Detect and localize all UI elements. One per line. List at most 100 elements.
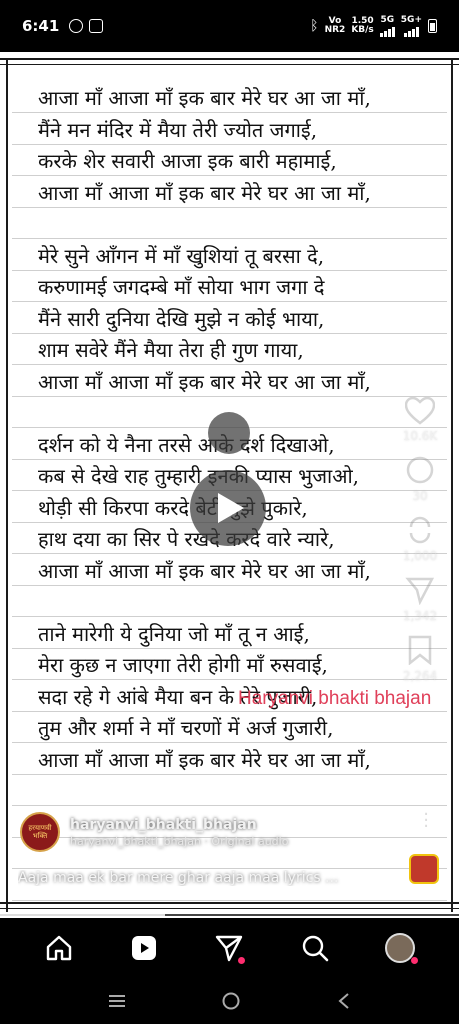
system-nav-bar [0, 978, 459, 1024]
ruled-line [12, 364, 447, 365]
frame-top [0, 58, 459, 60]
lyric-line: थोड़ी सी किरपा करदे बेटी तुझे पुकारे, [38, 495, 308, 520]
ruled-line [12, 112, 447, 113]
ruled-line [12, 332, 447, 334]
ruled-line [12, 395, 447, 397]
author-name[interactable]: haryanvi_bhakti_bhajan [70, 817, 288, 833]
frame-top-inner [0, 64, 459, 65]
back-icon[interactable] [336, 991, 352, 1011]
frame-right [451, 58, 453, 912]
nav-messages[interactable] [207, 926, 251, 970]
video-progress-fill [0, 914, 166, 916]
lyric-line: मेरे सुने आँगन में माँ खुशियां तू बरसा द… [38, 243, 325, 268]
save-button[interactable]: 2,264 [403, 635, 437, 683]
comment-icon [406, 456, 434, 484]
ruled-line [12, 773, 447, 775]
video-progress-bar[interactable] [0, 914, 459, 916]
frame-bottom-inner [0, 908, 459, 909]
follow-button[interactable]: Follow [298, 816, 359, 836]
repost-count: 1,000 [402, 549, 438, 563]
status-bar: 6:41 ᛒ Vo NR2 1.50 KB/s 5G 5G+ [0, 0, 459, 52]
save-count: 2,264 [402, 669, 438, 683]
ruled-line [12, 742, 447, 743]
signal-icon-1 [379, 25, 395, 37]
data-speed: 1.50 KB/s [351, 16, 374, 35]
more-options-icon[interactable]: · · · [423, 806, 429, 836]
status-time: 6:41 [22, 17, 60, 35]
side-actions: 10.6K 30 1,000 1,342 2,264 [395, 397, 445, 695]
lyric-line: आजा माँ आजा माँ इक बार मेरे घर आ जा माँ, [38, 558, 371, 583]
send-icon [405, 577, 435, 605]
repost-button[interactable]: 1,000 [403, 515, 437, 563]
play-icon [217, 493, 244, 523]
lyric-line: आजा माँ आजा माँ इक बार मेरे घर आ जा माँ, [38, 86, 371, 110]
frame-left [6, 58, 8, 912]
search-icon [302, 935, 329, 962]
comment-count: 30 [412, 489, 428, 503]
ruled-line [12, 899, 447, 901]
repost-icon [409, 516, 431, 544]
bottom-nav [0, 918, 459, 978]
ruled-line [12, 269, 447, 271]
nav-home[interactable] [37, 926, 81, 970]
ruled-line [12, 679, 447, 680]
ruled-line [12, 868, 447, 869]
whatsapp-icon [69, 19, 84, 33]
gallery-icon [89, 19, 104, 33]
share-count: 1,342 [402, 609, 438, 623]
lyric-line: शाम सवेरे मैंने मैया तेरा ही गुण गाया, [38, 338, 304, 362]
network-gen-2: 5G+ [401, 15, 422, 37]
play-button[interactable] [190, 470, 266, 546]
like-button[interactable]: 10.6K [402, 397, 438, 443]
audio-thumbnail[interactable] [409, 854, 439, 884]
lyric-line: करके शेर सवारी आजा इक बारी महामाई, [38, 149, 337, 173]
status-indicators: ᛒ Vo NR2 1.50 KB/s 5G 5G+ [310, 15, 437, 37]
ruled-line [12, 553, 447, 554]
signal-icon-2 [403, 25, 419, 37]
ruled-line [12, 805, 447, 806]
ruled-line [12, 238, 447, 239]
profile-notification-dot [411, 957, 419, 964]
battery-icon [428, 19, 437, 33]
lyric-line: मैंने सारी दुनिया देखि मुझे न कोई भाया, [38, 306, 325, 331]
lyric-line: मेरा कुछ न जाएगा तेरी होगी माँ रुसवाई, [38, 653, 328, 677]
heart-icon [405, 397, 435, 425]
nav-reels[interactable] [122, 926, 166, 970]
home-button-icon[interactable] [221, 991, 241, 1011]
reel-caption[interactable]: Aaja maa ek bar mere ghar aaja maa lyric… [18, 870, 378, 886]
lyric-line: आजा माँ आजा माँ इक बार मेरे घर आ जा माँ, [38, 747, 371, 772]
audio-label[interactable]: haryanvi_bhakti_bhajan · Original audio [70, 835, 288, 848]
reels-icon [132, 936, 157, 960]
lyric-line: मैंने मन मंदिर में मैया तेरी ज्योत जगाई, [38, 117, 318, 142]
author-row: हरयाणवी भक्ति haryanvi_bhakti_bhajan har… [20, 810, 360, 854]
comment-button[interactable]: 30 [405, 455, 435, 503]
ruled-line [12, 584, 447, 586]
lyric-line: तुम और शर्मा ने माँ चरणों में अर्ज गुजार… [38, 716, 334, 740]
ruled-line [12, 458, 447, 460]
lyric-line: हाथ दया का सिर पे रखदे करदे वारे न्यारे, [38, 527, 335, 551]
like-count: 10.6K [402, 429, 438, 443]
author-avatar[interactable]: हरयाणवी भक्ति [20, 812, 60, 852]
recent-apps-icon[interactable] [107, 993, 127, 1009]
nav-profile[interactable] [378, 926, 422, 970]
lyric-line: आजा माँ आजा माँ इक बार मेरे घर आ जा माँ, [38, 369, 371, 394]
reel-video[interactable]: आजा माँ आजा माँ इक बार मेरे घर आ जा माँ,… [0, 52, 459, 918]
mute-indicator [208, 412, 250, 454]
home-icon [46, 935, 71, 961]
lyric-line: ताने मारेगी ये दुनिया जो माँ तू न आई, [38, 621, 310, 646]
nav-search[interactable] [293, 926, 337, 970]
share-button[interactable]: 1,342 [403, 575, 437, 623]
lyric-line: दर्शन को ये नैना तरसे आके दर्श दिखाओ, [38, 432, 335, 457]
frame-bottom [0, 902, 459, 904]
bookmark-icon [408, 635, 432, 665]
ruled-line [12, 301, 447, 302]
lyric-line: आजा माँ आजा माँ इक बार मेरे घर आ जा माँ, [38, 180, 371, 205]
network-label: Vo NR2 [324, 16, 346, 35]
status-notification-icons [69, 19, 104, 33]
author-meta: haryanvi_bhakti_bhajan haryanvi_bhakti_b… [70, 817, 288, 848]
ruled-line [12, 616, 447, 617]
ruled-line [12, 710, 447, 712]
ruled-line [12, 175, 447, 176]
network-gen: 5G [379, 15, 395, 37]
lyric-line: करुणामई जगदम्बे माँ सोया भाग जगा दे [38, 275, 325, 299]
